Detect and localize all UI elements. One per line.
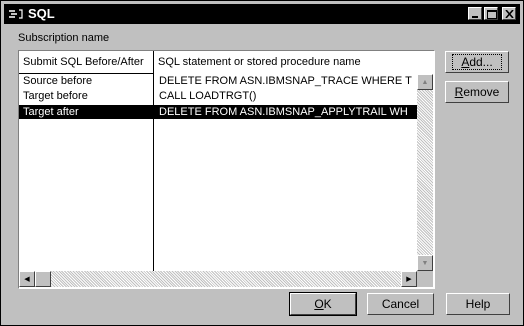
close-icon bbox=[505, 10, 514, 18]
row-1-sql[interactable]: CALL LOADTRGT() bbox=[154, 89, 417, 103]
horizontal-scroll-thumb[interactable] bbox=[35, 271, 51, 287]
subscription-name-label: Subscription name bbox=[18, 32, 110, 44]
row-2-sql-selected[interactable]: DELETE FROM ASN.IBMSNAP_APPLYTRAIL WH bbox=[154, 105, 417, 119]
add-button[interactable]: Add... bbox=[445, 51, 509, 73]
vertical-scrollbar[interactable]: ▲ ▼ bbox=[417, 74, 433, 271]
scroll-right-button[interactable]: ▶ bbox=[401, 271, 417, 287]
cancel-button[interactable]: Cancel bbox=[367, 293, 434, 315]
horizontal-scrollbar[interactable]: ◀ ▶ bbox=[19, 271, 433, 287]
scroll-down-arrow-icon: ▼ bbox=[421, 259, 429, 267]
column-header-sql-statement[interactable]: SQL statement or stored procedure name bbox=[154, 51, 417, 73]
scroll-left-arrow-icon: ◀ bbox=[24, 276, 30, 283]
row-1-when[interactable]: Target before bbox=[19, 89, 153, 103]
sql-dialog: SQL Subscription name Submit SQL Before/… bbox=[0, 0, 524, 326]
column-header-before-after[interactable]: Submit SQL Before/After bbox=[19, 51, 153, 73]
row-0-when[interactable]: Source before bbox=[19, 74, 153, 88]
minimize-button[interactable] bbox=[468, 7, 482, 20]
help-button[interactable]: Help bbox=[446, 293, 510, 315]
remove-button[interactable]: Remove bbox=[445, 81, 509, 103]
ok-button[interactable]: OK bbox=[289, 292, 357, 316]
scroll-right-arrow-icon: ▶ bbox=[406, 276, 412, 283]
scroll-left-button[interactable]: ◀ bbox=[19, 271, 35, 287]
row-2-when-selected[interactable]: Target after bbox=[19, 105, 153, 119]
scroll-up-button[interactable]: ▲ bbox=[417, 74, 433, 90]
scroll-down-button[interactable]: ▼ bbox=[417, 255, 433, 271]
scroll-corner bbox=[417, 271, 433, 287]
row-0-sql[interactable]: DELETE FROM ASN.IBMSNAP_TRACE WHERE T bbox=[154, 74, 417, 88]
maximize-button[interactable] bbox=[484, 7, 498, 20]
sql-statements-table[interactable]: Submit SQL Before/After SQL statement or… bbox=[18, 50, 435, 289]
title-bar[interactable]: SQL bbox=[4, 4, 520, 24]
maximize-icon bbox=[487, 10, 497, 19]
window-title: SQL bbox=[28, 6, 55, 21]
close-button[interactable] bbox=[502, 7, 516, 20]
minimize-icon bbox=[472, 16, 478, 18]
sql-app-icon bbox=[9, 9, 23, 19]
scroll-up-arrow-icon: ▲ bbox=[421, 78, 429, 86]
